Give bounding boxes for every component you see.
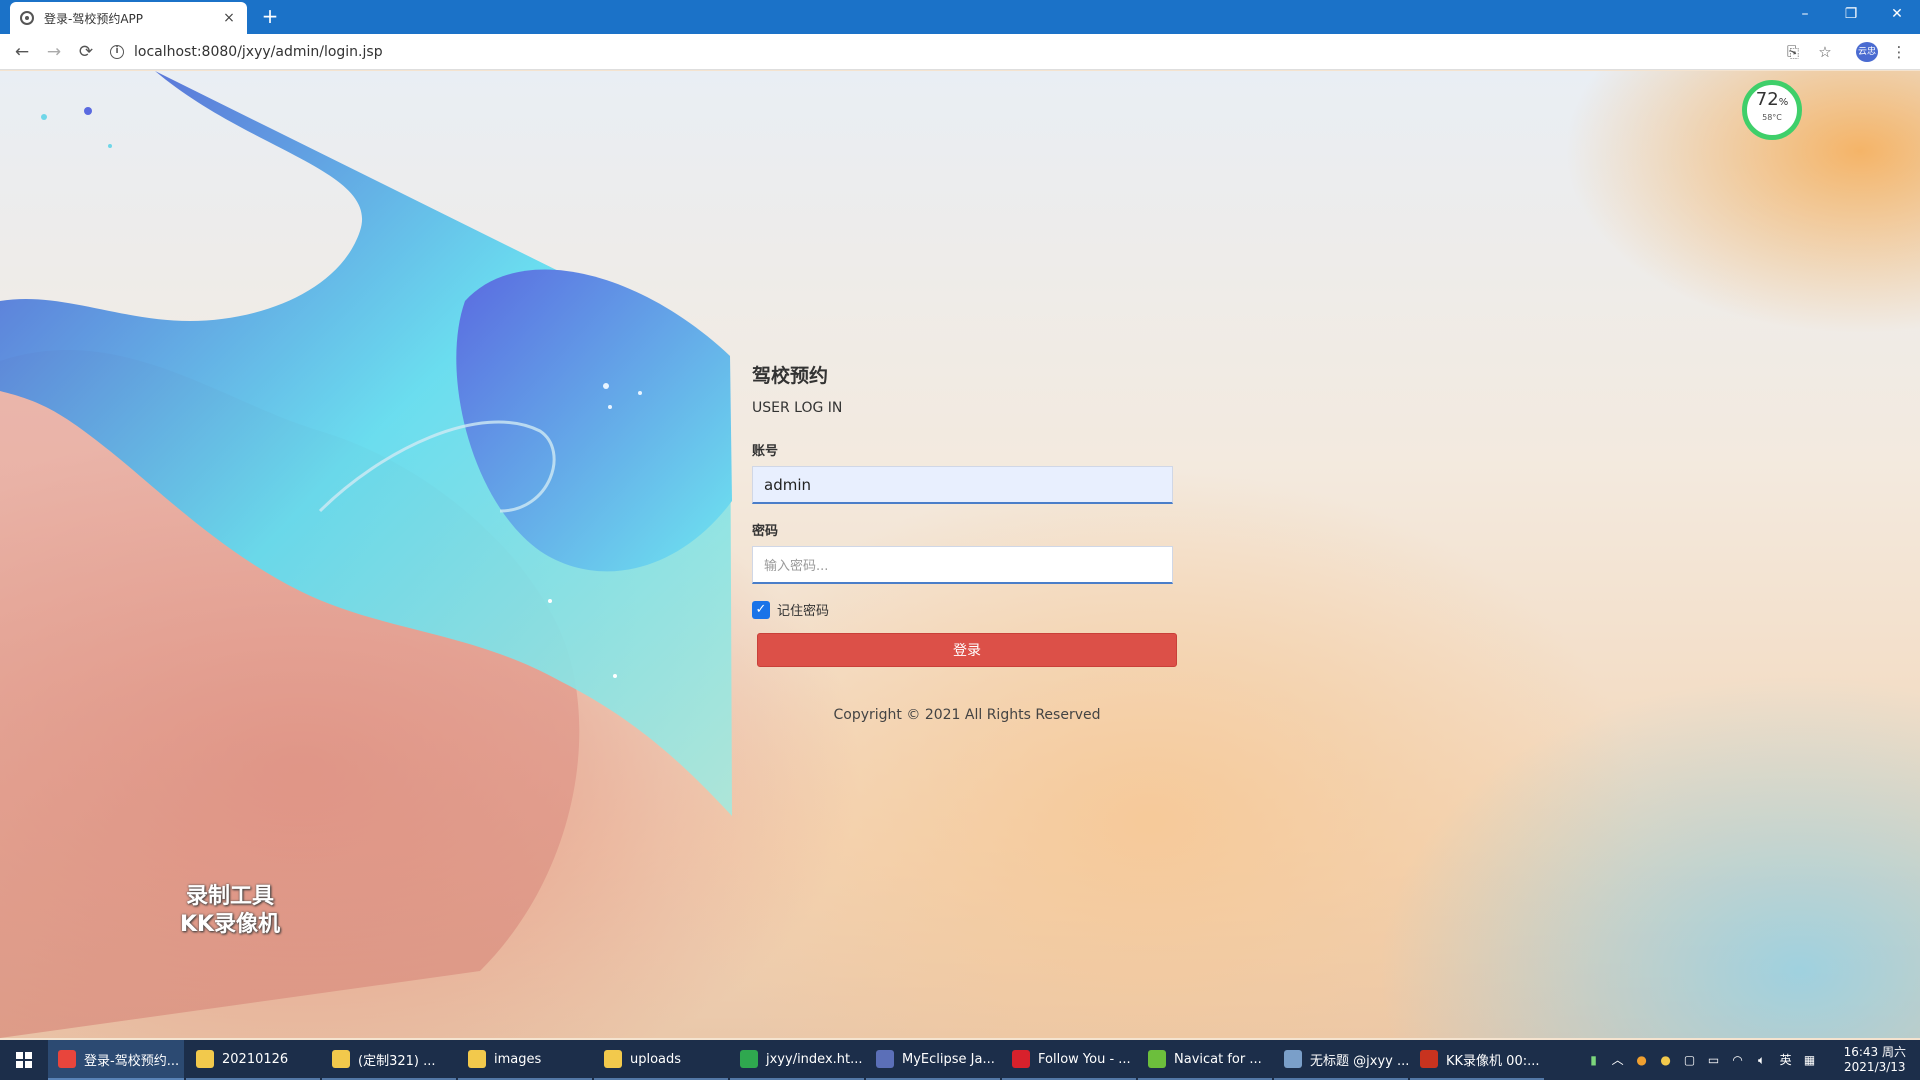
usage-percent-unit: %: [1778, 97, 1789, 108]
folder-icon: [604, 1050, 622, 1068]
navicat-query-icon: [1284, 1050, 1302, 1068]
clock-date: 2021/3/13: [1844, 1060, 1906, 1074]
close-window-button[interactable]: ✕: [1874, 0, 1920, 30]
tray-app-icon[interactable]: ▭: [1705, 1051, 1723, 1069]
taskbar-item[interactable]: Follow You - ...: [1002, 1040, 1136, 1080]
taskbar-item-label: 登录-驾校预约...: [84, 1053, 180, 1069]
address-bar: ← → ⟳ i localhost:8080/jxyy/admin/login.…: [0, 34, 1920, 70]
battery-icon[interactable]: ▮: [1585, 1051, 1603, 1069]
taskbar-item-label: KK录像机 00:...: [1446, 1053, 1540, 1069]
taskbar-item-label: MyEclipse Ja...: [902, 1051, 995, 1067]
taskbar-item-label: uploads: [630, 1051, 682, 1067]
forward-button[interactable]: →: [42, 40, 66, 64]
tab-title: 登录-驾校预约APP: [44, 11, 144, 26]
account-label: 账号: [752, 444, 779, 459]
tab-close-icon[interactable]: ×: [221, 10, 237, 26]
netease-music-icon: [1012, 1050, 1030, 1068]
login-button[interactable]: 登录: [757, 633, 1177, 667]
ime-indicator[interactable]: 英: [1777, 1051, 1795, 1069]
hbuilder-icon: [740, 1050, 758, 1068]
taskbar-item-label: jxyy/index.ht...: [766, 1051, 863, 1067]
taskbar-item[interactable]: jxyy/index.ht...: [730, 1040, 864, 1080]
clock-time: 16:43 周六: [1843, 1045, 1906, 1059]
taskbar-item-label: 20210126: [222, 1051, 289, 1067]
account-input[interactable]: [752, 466, 1173, 504]
page-favicon-icon: [20, 11, 34, 25]
navicat-icon: [1148, 1050, 1166, 1068]
url-text[interactable]: localhost:8080/jxyy/admin/login.jsp: [134, 44, 383, 60]
temperature: 58°C: [1762, 113, 1782, 122]
taskbar-item[interactable]: 20210126: [186, 1040, 320, 1080]
password-input[interactable]: [752, 546, 1173, 584]
taskbar-item-label: images: [494, 1051, 542, 1067]
taskbar-apps: 登录-驾校预约... 20210126 (定制321) ... images uploa…: [48, 1040, 1546, 1080]
remember-checkbox[interactable]: ✓: [752, 600, 770, 619]
login-subtitle: USER LOG IN: [752, 400, 843, 416]
remember-label[interactable]: 记住密码: [777, 600, 829, 619]
url-field[interactable]: i localhost:8080/jxyy/admin/login.jsp: [110, 39, 1770, 65]
windows-logo-icon: [16, 1052, 32, 1068]
show-hidden-icons-icon[interactable]: ︿: [1609, 1051, 1627, 1069]
recorder-watermark: 录制工具 KK录像机: [160, 883, 300, 939]
chrome-icon: [58, 1050, 76, 1068]
star-icon[interactable]: ☆: [1814, 41, 1836, 63]
taskbar-item[interactable]: (定制321) ...: [322, 1040, 456, 1080]
watermark-line-2: KK录像机: [179, 912, 281, 937]
keyboard-icon[interactable]: ▦: [1801, 1051, 1819, 1069]
taskbar-item[interactable]: MyEclipse Ja...: [866, 1040, 1000, 1080]
taskbar-item[interactable]: 登录-驾校预约...: [48, 1040, 184, 1080]
folder-icon: [468, 1050, 486, 1068]
clock[interactable]: 16:43 周六 2021/3/13: [1844, 1045, 1906, 1075]
tray-app-icon[interactable]: ●: [1633, 1051, 1651, 1069]
watermark-line-1: 录制工具: [185, 884, 274, 909]
cpu-usage-widget[interactable]: 72% 58°C: [1742, 80, 1802, 140]
taskbar-item-label: Navicat for ...: [1174, 1051, 1262, 1067]
back-button[interactable]: ←: [10, 40, 34, 64]
menu-icon[interactable]: ⋮: [1888, 41, 1910, 63]
remember-password[interactable]: ✓ 记住密码: [752, 600, 1182, 619]
info-icon[interactable]: i: [110, 45, 124, 59]
translate-icon[interactable]: ⎘: [1782, 41, 1804, 63]
taskbar-item-label: (定制321) ...: [358, 1053, 436, 1069]
taskbar-item-label: Follow You - ...: [1038, 1051, 1131, 1067]
start-button[interactable]: [0, 1040, 48, 1080]
taskbar-item[interactable]: KK录像机 00:...: [1410, 1040, 1544, 1080]
tray-app-icon[interactable]: ●: [1657, 1051, 1675, 1069]
taskbar-item[interactable]: uploads: [594, 1040, 728, 1080]
restore-button[interactable]: ❐: [1828, 0, 1874, 30]
password-label: 密码: [752, 524, 779, 539]
folder-icon: [332, 1050, 350, 1068]
network-icon[interactable]: ◠: [1729, 1051, 1747, 1069]
copyright-text: Copyright © 2021 All Rights Reserved: [833, 707, 1101, 723]
eclipse-icon: [876, 1050, 894, 1068]
login-form: 驾校预约 USER LOG IN 账号 密码 ✓ 记住密码 登录 Copyrig…: [752, 361, 1182, 723]
browser-tab[interactable]: 登录-驾校预约APP ×: [10, 2, 247, 34]
display-icon[interactable]: ▢: [1681, 1051, 1699, 1069]
windows-taskbar: 登录-驾校预约... 20210126 (定制321) ... images uploa…: [0, 1040, 1920, 1080]
volume-icon[interactable]: 🔈︎: [1753, 1051, 1771, 1069]
profile-avatar[interactable]: 云忠: [1856, 42, 1878, 62]
minimize-button[interactable]: –: [1782, 0, 1828, 30]
login-page: 72% 58°C 录制工具 KK录像机 驾校预约 USER LOG IN 账号 …: [0, 71, 1920, 1038]
folder-icon: [196, 1050, 214, 1068]
taskbar-item[interactable]: 无标题 @jxyy ...: [1274, 1040, 1408, 1080]
taskbar-item-label: 无标题 @jxyy ...: [1310, 1053, 1408, 1069]
taskbar-item[interactable]: images: [458, 1040, 592, 1080]
kk-recorder-icon: [1420, 1050, 1438, 1068]
usage-percent: 72: [1755, 89, 1779, 110]
taskbar-item[interactable]: Navicat for ...: [1138, 1040, 1272, 1080]
login-title: 驾校预约: [752, 365, 829, 387]
browser-tab-bar: 登录-驾校预约APP × + – ❐ ✕: [0, 0, 1920, 34]
system-tray: ▮ ︿ ● ● ▢ ▭ ◠ 🔈︎ 英 ▦ 16:43 周六 2021/3/13: [1582, 1040, 1920, 1080]
new-tab-button[interactable]: +: [258, 5, 282, 29]
reload-button[interactable]: ⟳: [74, 40, 98, 64]
